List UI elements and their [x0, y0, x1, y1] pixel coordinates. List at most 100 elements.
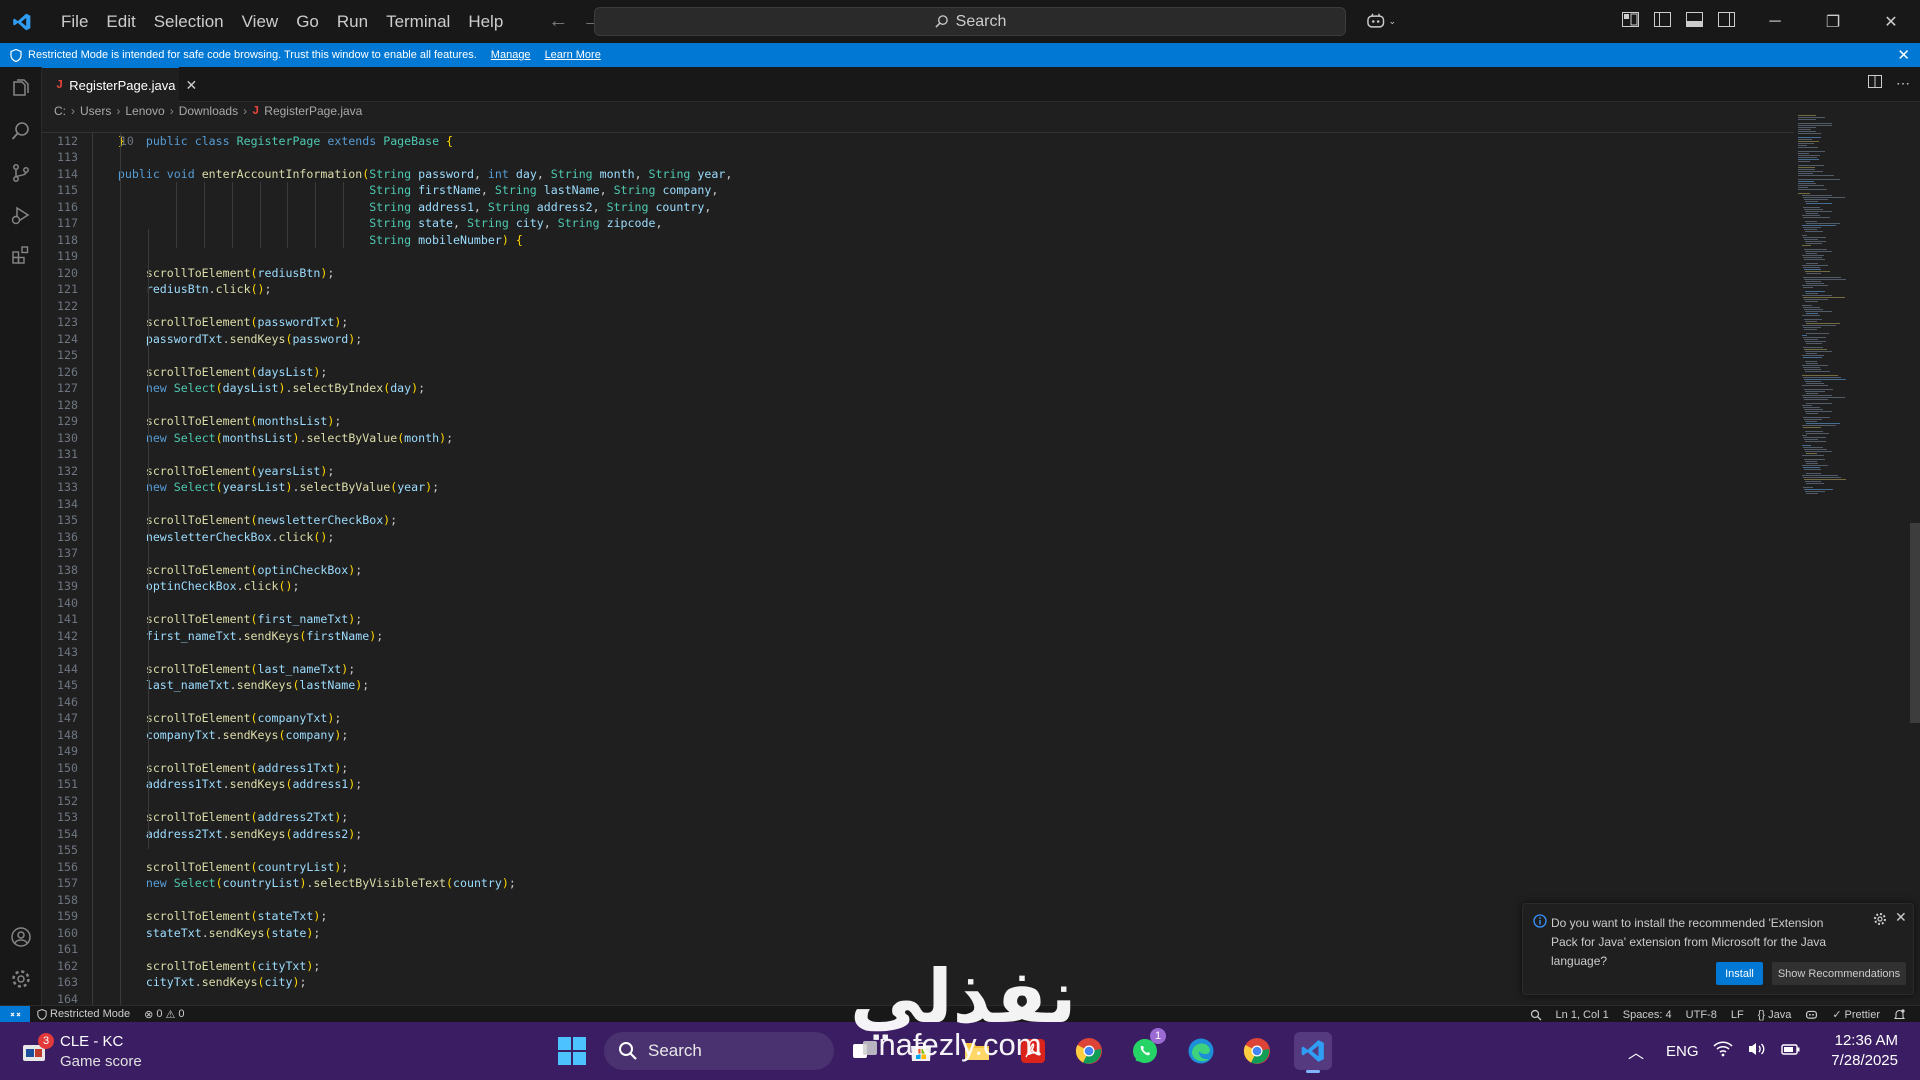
cursor-position[interactable]: Ln 1, Col 1 — [1549, 1009, 1616, 1021]
encoding-status[interactable]: UTF-8 — [1679, 1009, 1724, 1021]
breadcrumb-item[interactable]: Lenovo — [125, 104, 164, 118]
search-icon[interactable] — [9, 119, 33, 143]
code-line[interactable]: 119 — [42, 248, 1794, 265]
battery-icon[interactable] — [1780, 1041, 1801, 1061]
menu-selection[interactable]: Selection — [145, 7, 233, 37]
toggle-panel-icon[interactable] — [1684, 9, 1704, 29]
code-line[interactable]: 149 — [42, 743, 1794, 760]
language-indicator[interactable]: ENG — [1666, 1043, 1699, 1060]
code-line[interactable]: 117 String state, String city, String zi… — [42, 215, 1794, 232]
file-explorer-icon[interactable] — [958, 1032, 996, 1070]
weather-widget[interactable]: 3 CLE - KC Game score — [20, 1032, 142, 1072]
code-line[interactable]: 114 public void enterAccountInformation(… — [42, 166, 1794, 183]
toggle-primary-sidebar-icon[interactable] — [1652, 9, 1672, 29]
breadcrumb-item[interactable]: Downloads — [179, 104, 238, 118]
notifications-bell-icon[interactable] — [1887, 1008, 1912, 1021]
close-icon[interactable]: ✕ — [1897, 46, 1910, 64]
code-line[interactable]: 146 — [42, 694, 1794, 711]
code-line[interactable]: 128 — [42, 397, 1794, 414]
scrollbar-thumb[interactable] — [1910, 523, 1920, 723]
code-editor[interactable]: 10 public class RegisterPage extends Page… — [42, 120, 1794, 1005]
remote-indicator-icon[interactable] — [0, 1005, 30, 1023]
code-line[interactable]: 144 scrollToElement(last_nameTxt); — [42, 661, 1794, 678]
edge-icon[interactable] — [1182, 1032, 1220, 1070]
code-line[interactable]: 123 scrollToElement(passwordTxt); — [42, 314, 1794, 331]
code-line[interactable]: 153 scrollToElement(address2Txt); — [42, 809, 1794, 826]
code-line[interactable]: 151 address1Txt.sendKeys(address1); — [42, 776, 1794, 793]
chrome-icon[interactable] — [1070, 1032, 1108, 1070]
code-line[interactable]: 138 scrollToElement(optinCheckBox); — [42, 562, 1794, 579]
extensions-icon[interactable] — [9, 243, 33, 267]
code-line[interactable]: 121 rediusBtn.click(); — [42, 281, 1794, 298]
menu-run[interactable]: Run — [328, 7, 377, 37]
code-line[interactable]: 115 String firstName, String lastName, S… — [42, 182, 1794, 199]
sticky-scroll-header[interactable]: 10 public class RegisterPage extends Page… — [42, 120, 1794, 148]
code-line[interactable]: 125 — [42, 347, 1794, 364]
run-debug-icon[interactable] — [9, 203, 33, 227]
code-line[interactable]: 143 — [42, 644, 1794, 661]
copilot-icon[interactable]: ⌄ — [1366, 10, 1396, 32]
code-line[interactable]: 155 — [42, 842, 1794, 859]
code-line[interactable]: 152 — [42, 793, 1794, 810]
gear-icon[interactable] — [9, 967, 33, 991]
code-line[interactable]: 124 passwordTxt.sendKeys(password); — [42, 331, 1794, 348]
gear-icon[interactable] — [1873, 912, 1887, 926]
chevron-up-icon[interactable]: ︿ — [1628, 1039, 1644, 1063]
copilot-status-icon[interactable] — [1798, 1009, 1825, 1020]
acrobat-reader-icon[interactable] — [1014, 1032, 1052, 1070]
code-line[interactable]: 129 scrollToElement(monthsList); — [42, 413, 1794, 430]
code-line[interactable]: 120 scrollToElement(rediusBtn); — [42, 265, 1794, 282]
code-line[interactable]: 154 address2Txt.sendKeys(address2); — [42, 826, 1794, 843]
breadcrumb-item[interactable]: Users — [80, 104, 111, 118]
code-line[interactable]: 156 scrollToElement(countryList); — [42, 859, 1794, 876]
code-line[interactable]: 126 scrollToElement(daysList); — [42, 364, 1794, 381]
manage-link[interactable]: Manage — [491, 49, 531, 61]
install-button[interactable]: Install — [1716, 962, 1763, 985]
source-control-icon[interactable] — [9, 161, 33, 185]
code-line[interactable]: 127 new Select(daysList).selectByIndex(d… — [42, 380, 1794, 397]
code-line[interactable]: 118 String mobileNumber) { — [42, 232, 1794, 249]
code-line[interactable]: 133 new Select(yearsList).selectByValue(… — [42, 479, 1794, 496]
close-icon[interactable]: ✕ — [185, 77, 197, 94]
code-line[interactable]: 113 — [42, 149, 1794, 166]
vscode-taskbar-icon[interactable] — [1294, 1032, 1332, 1073]
problems-status[interactable]: ⊗ 0 ⚠ 0 — [137, 1008, 191, 1021]
wifi-icon[interactable] — [1712, 1041, 1733, 1061]
split-editor-icon[interactable] — [1868, 75, 1882, 92]
code-line[interactable]: 141 scrollToElement(first_nameTxt); — [42, 611, 1794, 628]
minimize-icon[interactable]: ─ — [1746, 0, 1804, 43]
show-recommendations-button[interactable]: Show Recommendations — [1772, 962, 1906, 985]
menu-terminal[interactable]: Terminal — [377, 7, 459, 37]
close-icon[interactable]: ✕ — [1895, 909, 1907, 926]
more-actions-icon[interactable]: ⋯ — [1896, 75, 1910, 92]
code-line[interactable]: 134 — [42, 496, 1794, 513]
learn-more-link[interactable]: Learn More — [545, 49, 601, 61]
restricted-mode-status[interactable]: Restricted Mode — [30, 1008, 137, 1020]
zoom-icon[interactable] — [1523, 1009, 1549, 1021]
code-line[interactable]: 145 last_nameTxt.sendKeys(lastName); — [42, 677, 1794, 694]
code-line[interactable]: 137 — [42, 545, 1794, 562]
code-line[interactable]: 157 new Select(countryList).selectByVisi… — [42, 875, 1794, 892]
minimap[interactable] — [1794, 113, 1908, 495]
language-mode[interactable]: {} Java — [1751, 1009, 1799, 1021]
chrome-profile-icon[interactable] — [1238, 1032, 1276, 1070]
close-window-icon[interactable]: ✕ — [1862, 0, 1920, 43]
menu-edit[interactable]: Edit — [97, 7, 144, 37]
eol-status[interactable]: LF — [1724, 1009, 1751, 1021]
task-view-icon[interactable] — [846, 1032, 884, 1070]
restore-icon[interactable]: ❐ — [1804, 0, 1862, 43]
code-line[interactable]: 142 first_nameTxt.sendKeys(firstName); — [42, 628, 1794, 645]
menu-file[interactable]: File — [52, 7, 97, 37]
code-line[interactable]: 140 — [42, 595, 1794, 612]
code-line[interactable]: 116 String address1, String address2, St… — [42, 199, 1794, 216]
code-line[interactable]: 132 scrollToElement(yearsList); — [42, 463, 1794, 480]
prettier-status[interactable]: ✓ Prettier — [1825, 1008, 1887, 1022]
command-center-search[interactable]: Search — [594, 7, 1346, 36]
code-line[interactable]: 136 newsletterCheckBox.click(); — [42, 529, 1794, 546]
code-line[interactable]: 139 optinCheckBox.click(); — [42, 578, 1794, 595]
breadcrumb-item[interactable]: RegisterPage.java — [264, 104, 362, 118]
menu-go[interactable]: Go — [287, 7, 328, 37]
code-line[interactable]: 130 new Select(monthsList).selectByValue… — [42, 430, 1794, 447]
code-line[interactable]: 148 companyTxt.sendKeys(company); — [42, 727, 1794, 744]
account-icon[interactable] — [9, 925, 33, 949]
